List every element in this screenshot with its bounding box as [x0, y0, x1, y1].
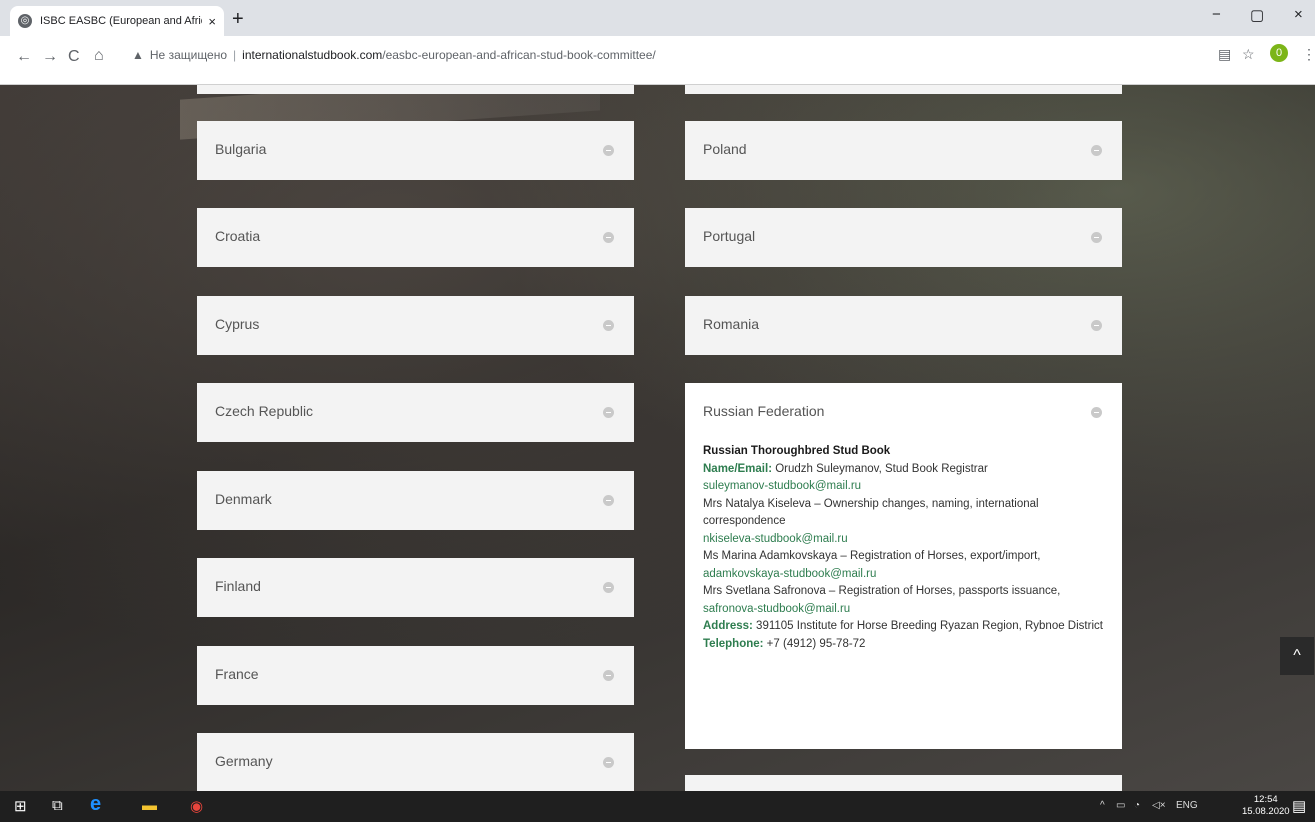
- home-button[interactable]: ⌂: [94, 47, 104, 65]
- accordion-item-croatia[interactable]: Croatia: [197, 208, 634, 267]
- system-clock[interactable]: 12:54 15.08.2020: [1242, 794, 1290, 818]
- task-view-icon[interactable]: ⧉: [52, 797, 63, 814]
- notifications-icon[interactable]: ▤: [1292, 797, 1306, 815]
- expand-icon[interactable]: [603, 757, 614, 768]
- edge-browser-icon[interactable]: e: [90, 793, 101, 816]
- accordion-item-denmark[interactable]: Denmark: [197, 471, 634, 530]
- accordion-label: Poland: [703, 141, 747, 157]
- page-content: Bulgaria Croatia Cyprus Czech Republic D…: [0, 85, 1315, 791]
- address-bar[interactable]: ▲ Не защищено | internationalstudbook.co…: [132, 44, 1190, 66]
- expand-icon[interactable]: [603, 320, 614, 331]
- accordion-item-partial-top-left[interactable]: [197, 85, 634, 94]
- forward-button[interactable]: →: [42, 48, 58, 66]
- windows-taskbar: ⊞ ⧉ e ▬ ◉ ^ ▭ ◔ ◁× ENG 12:54 15.08.2020 …: [0, 791, 1315, 822]
- site-favicon-icon: ◎: [18, 14, 32, 28]
- expand-icon[interactable]: [1091, 320, 1102, 331]
- address-value: 391105 Institute for Horse Breeding Ryaz…: [752, 620, 1103, 632]
- security-warning-icon[interactable]: ▲: [132, 48, 144, 62]
- accordion-item-romania[interactable]: Romania: [685, 296, 1122, 355]
- telephone-line: Telephone: +7 (4912) 95-78-72: [703, 636, 1103, 654]
- accordion-label: Romania: [703, 316, 760, 332]
- accordion-label: Cyprus: [215, 316, 260, 332]
- tab-bar: ◎ ISBC EASBC (European and Afric × + − ▢…: [0, 0, 1315, 36]
- telephone-value: +7 (4912) 95-78-72: [763, 637, 866, 650]
- minimize-button[interactable]: −: [1212, 6, 1221, 23]
- contact-line: Ms Marina Adamkovskaya – Registration of…: [703, 550, 1041, 562]
- accordion-item-france[interactable]: France: [197, 646, 634, 705]
- email-link[interactable]: nkiseleva-studbook@mail.ru: [703, 531, 1103, 549]
- battery-icon[interactable]: ▭: [1116, 800, 1125, 811]
- windows-start-icon[interactable]: ⊞: [14, 797, 27, 815]
- expand-icon[interactable]: [603, 495, 614, 506]
- clock-date: 15.08.2020: [1242, 806, 1290, 817]
- accordion-item-germany[interactable]: Germany: [197, 733, 634, 791]
- tab-close-icon[interactable]: ×: [208, 14, 216, 29]
- url-path[interactable]: /easbc-european-and-african-stud-book-co…: [382, 48, 655, 62]
- browser-toolbar: ← → C ⌂ ▲ Не защищено | internationalstu…: [0, 36, 1315, 85]
- new-tab-button[interactable]: +: [232, 8, 244, 30]
- address-key: Address:: [703, 620, 753, 632]
- scroll-to-top-button[interactable]: ^: [1280, 637, 1314, 675]
- expand-icon[interactable]: [603, 582, 614, 593]
- close-window-button[interactable]: ×: [1294, 6, 1303, 23]
- expand-icon[interactable]: [603, 145, 614, 156]
- accordion-item-czech-republic[interactable]: Czech Republic: [197, 383, 634, 442]
- chrome-icon[interactable]: ◉: [190, 797, 203, 815]
- contact-line: Mrs Svetlana Safronova – Registration of…: [703, 585, 1061, 597]
- email-link[interactable]: suleymanov-studbook@mail.ru: [703, 478, 1103, 496]
- url-divider: |: [233, 48, 237, 62]
- accordion-label: Denmark: [215, 491, 272, 507]
- bookmark-star-icon[interactable]: ☆: [1242, 46, 1255, 63]
- back-button[interactable]: ←: [16, 48, 32, 66]
- collapse-icon[interactable]: [1091, 407, 1102, 418]
- registrar-value: Orudzh Suleymanov, Stud Book Registrar: [772, 462, 988, 475]
- expand-icon[interactable]: [603, 670, 614, 681]
- profile-avatar[interactable]: 0: [1270, 44, 1288, 62]
- accordion-label: Croatia: [215, 228, 261, 244]
- accordion-item-cyprus[interactable]: Cyprus: [197, 296, 634, 355]
- registrar-line: Name/Email: Orudzh Suleymanov, Stud Book…: [703, 461, 1103, 479]
- accordion-label: Czech Republic: [215, 403, 314, 419]
- stud-book-heading: Russian Thoroughbred Stud Book: [703, 445, 891, 457]
- clock-time: 12:54: [1253, 794, 1278, 805]
- reload-button[interactable]: C: [68, 48, 80, 66]
- telephone-key: Telephone:: [703, 637, 764, 650]
- language-indicator[interactable]: ENG: [1176, 800, 1198, 811]
- contact-line: Mrs Natalya Kiseleva – Ownership changes…: [703, 497, 1039, 528]
- url-domain[interactable]: internationalstudbook.com: [242, 48, 382, 62]
- accordion-item-poland[interactable]: Poland: [685, 121, 1122, 180]
- name-email-key: Name/Email:: [703, 462, 773, 475]
- menu-icon[interactable]: ⋮: [1302, 46, 1315, 63]
- accordion-label: Finland: [215, 578, 261, 594]
- email-link[interactable]: safronova-studbook@mail.ru: [703, 601, 1103, 619]
- accordion-item-finland[interactable]: Finland: [197, 558, 634, 617]
- accordion-label: France: [215, 666, 259, 682]
- email-link[interactable]: adamkovskaya-studbook@mail.ru: [703, 566, 1103, 584]
- translate-icon[interactable]: ▤: [1218, 46, 1231, 63]
- tab-title: ISBC EASBC (European and Afric: [40, 15, 203, 27]
- accordion-item-partial-bottom-right[interactable]: [685, 775, 1122, 791]
- accordion-item-partial-top-right[interactable]: [685, 85, 1122, 94]
- file-explorer-icon[interactable]: ▬: [142, 797, 157, 814]
- accordion-content: Russian Thoroughbred Stud Book Name/Emai…: [703, 443, 1103, 653]
- accordion-item-russian-federation[interactable]: Russian Federation Russian Thoroughbred …: [685, 383, 1122, 749]
- volume-icon[interactable]: ◁×: [1152, 800, 1166, 811]
- expand-icon[interactable]: [603, 407, 614, 418]
- wifi-icon[interactable]: ◔: [1134, 800, 1140, 811]
- maximize-button[interactable]: ▢: [1250, 6, 1264, 24]
- accordion-label: Portugal: [703, 228, 756, 244]
- accordion-item-bulgaria[interactable]: Bulgaria: [197, 121, 634, 180]
- expand-icon[interactable]: [603, 232, 614, 243]
- expand-icon[interactable]: [1091, 232, 1102, 243]
- accordion-label: Russian Federation: [703, 403, 825, 419]
- browser-tab[interactable]: ◎ ISBC EASBC (European and Afric ×: [10, 6, 224, 36]
- accordion-item-portugal[interactable]: Portugal: [685, 208, 1122, 267]
- accordion-label: Germany: [215, 753, 273, 769]
- accordion-label: Bulgaria: [215, 141, 267, 157]
- tray-chevron-icon[interactable]: ^: [1100, 800, 1105, 811]
- security-label[interactable]: Не защищено: [150, 48, 227, 62]
- expand-icon[interactable]: [1091, 145, 1102, 156]
- address-line: Address: 391105 Institute for Horse Bree…: [703, 618, 1103, 636]
